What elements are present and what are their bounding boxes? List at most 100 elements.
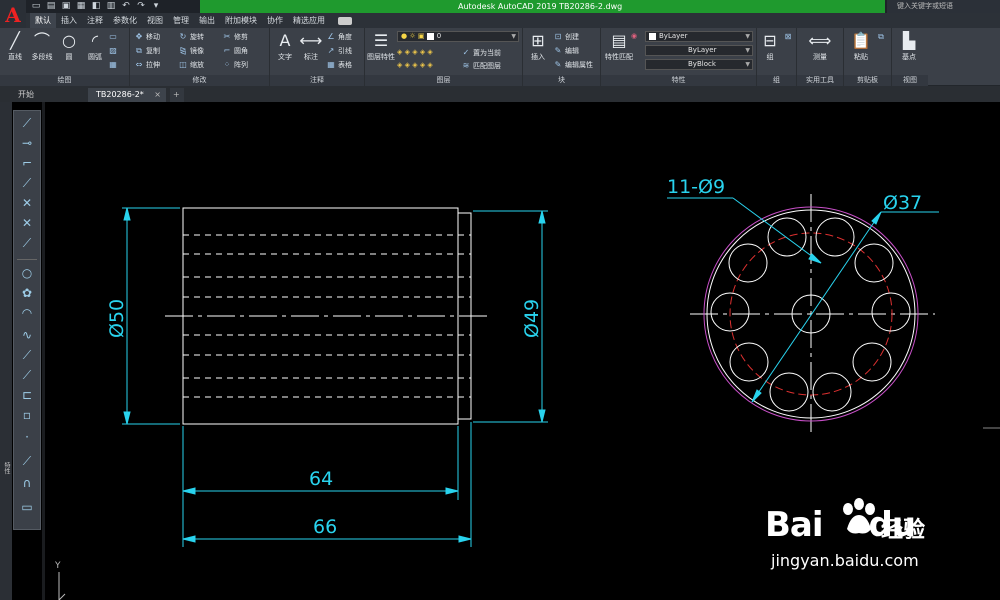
arc-tool-icon[interactable]: ◠ — [16, 303, 38, 323]
tab-default[interactable]: 默认 — [30, 13, 56, 28]
layer-dropdown[interactable]: ● ☼ ▣ 0 ▼ — [397, 31, 519, 42]
polyline-tool-icon[interactable]: ⌐ — [16, 153, 38, 173]
spline-icon[interactable]: ∿ — [16, 325, 38, 345]
layer-tools-row1[interactable]: ◈ ◈ ◈ ◈ ◈ — [397, 46, 433, 59]
draw-panel-title[interactable]: 绘图 — [0, 75, 129, 86]
layer-properties-button[interactable]: ☰ 图层特性 — [367, 30, 395, 62]
ellipse-arc-icon[interactable]: ⟋ — [16, 365, 38, 385]
table-button[interactable]: ▦ 表格 — [326, 58, 352, 71]
line-tool-icon[interactable]: ⟋ — [16, 113, 38, 133]
polygon-tool-icon[interactable]: ⟋ — [16, 173, 38, 193]
measure-button[interactable]: ⟺ 测量 — [805, 30, 835, 62]
ribbon-toggle-icon[interactable] — [338, 16, 352, 25]
tab-collaborate[interactable]: 协作 — [262, 13, 288, 28]
save-icon[interactable]: ▣ — [60, 1, 72, 12]
properties-palette-strip[interactable]: 特性 — [0, 102, 12, 600]
trim-button[interactable]: ✂ 修剪 — [222, 30, 248, 43]
xline-icon[interactable]: ✕ — [16, 193, 38, 213]
block-panel-title[interactable]: 块 — [523, 75, 600, 86]
make-current-button[interactable]: ✓ 置为当前 — [461, 46, 501, 59]
group-tools[interactable]: ⊠ — [783, 30, 795, 43]
tab-output[interactable]: 输出 — [194, 13, 220, 28]
angle-button[interactable]: ∠ 角度 — [326, 30, 352, 43]
tab-addins[interactable]: 附加模块 — [220, 13, 262, 28]
mirror-button[interactable]: ⧎ 镜像 — [178, 44, 204, 57]
gradient-icon[interactable]: ∩ — [16, 473, 38, 493]
edit-attributes-button[interactable]: ✎ 编辑属性 — [553, 58, 593, 71]
match-layer-button[interactable]: ≋ 匹配图层 — [461, 59, 501, 72]
block-tool-icon[interactable]: ▫ — [16, 405, 38, 425]
array-button[interactable]: ⁘ 阵列 — [222, 58, 248, 71]
search-input[interactable]: 键入关键字或短语 — [887, 0, 1000, 13]
fillet-button[interactable]: ⌐ 圆角 — [222, 44, 248, 57]
circle-button[interactable]: ○ 圆 — [56, 30, 82, 62]
insert-block-button[interactable]: ⊞ 插入 — [525, 30, 551, 62]
web-mobile-icon[interactable]: ◧ — [90, 1, 102, 12]
open-file-icon[interactable]: ▤ — [45, 1, 57, 12]
print-icon[interactable]: ▥ — [105, 1, 117, 12]
layers-panel-title[interactable]: 图层 — [365, 75, 522, 86]
new-file-icon[interactable]: ▭ — [30, 1, 42, 12]
revcloud-icon[interactable]: ✿ — [16, 283, 38, 303]
rotate-button[interactable]: ↻ 旋转 — [178, 30, 204, 43]
create-block-button[interactable]: ⊡ 创建 — [553, 30, 579, 43]
close-icon[interactable]: × — [154, 88, 161, 102]
linetype-dropdown[interactable]: ByLayer ▼ — [645, 45, 753, 56]
paste-button[interactable]: 📋 粘贴 — [848, 30, 874, 62]
text-button[interactable]: A 文字 — [272, 30, 298, 62]
undo-icon[interactable]: ↶ — [120, 1, 132, 12]
redo-icon[interactable]: ↷ — [135, 1, 147, 12]
match-properties-button[interactable]: ▤ 特性匹配 — [605, 30, 633, 62]
qat-dropdown-icon[interactable]: ▾ — [150, 1, 162, 12]
copy-button[interactable]: ⧉ 复制 — [134, 44, 160, 57]
lineweight-dropdown[interactable]: ByBlock ▼ — [645, 59, 753, 70]
new-tab-button[interactable]: + — [170, 88, 184, 102]
save-as-icon[interactable]: ▦ — [75, 1, 87, 12]
leader-button[interactable]: ↗ 引线 — [326, 44, 352, 57]
construction-line-icon[interactable]: ⊸ — [16, 133, 38, 153]
arc-button[interactable]: ◜ 圆弧 — [82, 30, 108, 62]
tab-parametric[interactable]: 参数化 — [108, 13, 142, 28]
insert-tool-icon[interactable]: ⊏ — [16, 385, 38, 405]
tab-manage[interactable]: 管理 — [168, 13, 194, 28]
base-view-button[interactable]: ▙ 基点 — [896, 30, 922, 62]
circle-tool-icon[interactable]: ○ — [16, 263, 38, 283]
move-button[interactable]: ✥ 移动 — [134, 30, 160, 43]
tab-featured-apps[interactable]: 精选应用 — [288, 13, 330, 28]
ray-icon[interactable]: ✕ — [16, 213, 38, 233]
groups-panel-title[interactable]: 组 — [757, 75, 796, 86]
polyline-button[interactable]: ⌒ 多段线 — [28, 30, 56, 62]
hatch-button[interactable]: ▨ — [108, 44, 120, 57]
color-dropdown[interactable]: ByLayer ▼ — [645, 31, 753, 42]
tab-annotate[interactable]: 注释 — [82, 13, 108, 28]
line-button[interactable]: ╱ 直线 — [2, 30, 28, 62]
region-icon[interactable]: ▭ — [16, 497, 38, 517]
stretch-button[interactable]: ⇔ 拉伸 — [134, 58, 160, 71]
hatch-tool-icon[interactable]: ⟋ — [16, 451, 38, 471]
boundary-button[interactable]: ▦ — [108, 58, 120, 71]
color-wheel-icon[interactable]: ◉ — [631, 30, 637, 43]
edit-block-button[interactable]: ✎ 编辑 — [553, 44, 579, 57]
scale-button[interactable]: ◫ 缩放 — [178, 58, 204, 71]
ellipse-icon[interactable]: ⟋ — [16, 345, 38, 365]
copy-clip-button[interactable]: ⧉ — [876, 30, 888, 43]
view-panel-title[interactable]: 视图 — [892, 75, 928, 86]
clipboard-panel-title[interactable]: 剪贴板 — [844, 75, 891, 86]
group-button[interactable]: ⊟ 组 — [759, 30, 781, 62]
annotation-panel-title[interactable]: 注释 — [270, 75, 364, 86]
tab-view[interactable]: 视图 — [142, 13, 168, 28]
dimension-button[interactable]: ⟷ 标注 — [298, 30, 324, 62]
pline-icon[interactable]: ⟋ — [16, 233, 38, 253]
layer-tools-row2[interactable]: ◈ ◈ ◈ ◈ ◈ — [397, 59, 433, 72]
modify-panel-title[interactable]: 修改 — [130, 75, 269, 86]
utilities-panel-title[interactable]: 实用工具 — [797, 75, 843, 86]
point-icon[interactable]: · — [16, 427, 38, 447]
measure-label: 测量 — [813, 53, 827, 61]
tab-insert[interactable]: 插入 — [56, 13, 82, 28]
autocad-logo-button[interactable]: A — [0, 0, 26, 30]
start-tab[interactable]: 开始 — [10, 88, 82, 102]
drawing-tab[interactable]: TB20286-2* × — [88, 88, 166, 102]
properties-panel-title[interactable]: 特性 — [601, 75, 756, 86]
rectangle-button[interactable]: ▭ — [108, 30, 120, 43]
angle-label: 角度 — [338, 33, 352, 41]
